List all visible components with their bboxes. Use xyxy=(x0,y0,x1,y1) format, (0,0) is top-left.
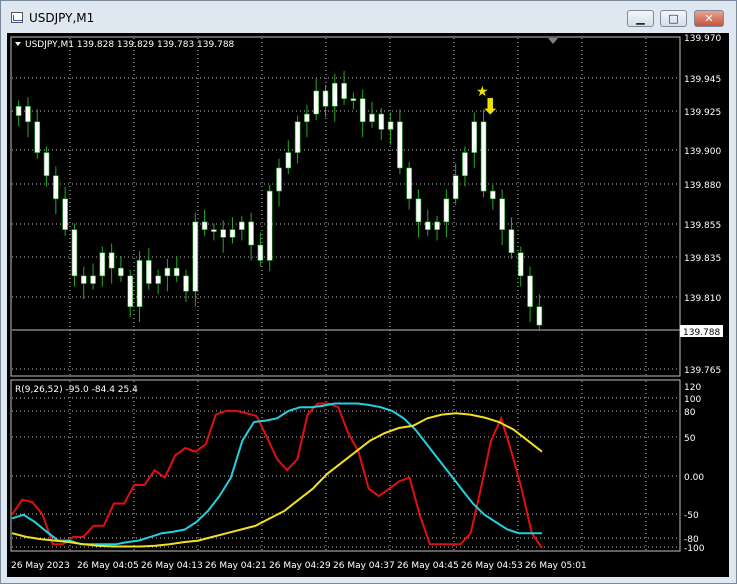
dropdown-triangle-icon[interactable] xyxy=(15,42,21,46)
sell-arrow-icon: ⬇ xyxy=(481,95,499,120)
candle-body xyxy=(266,190,273,261)
time-label: 26 May 05:01 xyxy=(525,561,587,571)
scroll-shift-marker[interactable] xyxy=(548,38,558,44)
candle-body xyxy=(304,113,310,123)
candle-body xyxy=(341,82,347,99)
candle-body xyxy=(229,229,236,238)
candle-body xyxy=(480,121,487,192)
candle-body xyxy=(387,121,394,130)
candle-body xyxy=(71,229,78,277)
indicator-tick: 0.00 xyxy=(684,473,704,483)
candle-body xyxy=(508,229,515,254)
indicator-tick: 100 xyxy=(684,395,701,405)
price-tick: 139.835 xyxy=(684,254,721,264)
current-price-label: 139.788 xyxy=(683,328,720,338)
candle-body xyxy=(313,90,319,115)
candle-body xyxy=(257,244,264,261)
indicator-panel-frame xyxy=(10,379,681,552)
candle-body xyxy=(118,267,124,277)
candle-body xyxy=(350,98,357,101)
candle-body xyxy=(462,152,468,176)
candle-body xyxy=(452,175,459,200)
price-tick: 139.925 xyxy=(684,108,721,118)
candle-body xyxy=(359,98,366,123)
candle-body xyxy=(294,121,301,153)
candle-body xyxy=(164,267,171,277)
price-tick: 139.970 xyxy=(684,34,721,44)
candle-body xyxy=(146,260,152,284)
price-tick: 139.855 xyxy=(684,221,721,231)
candle-body xyxy=(43,152,50,176)
candle-body xyxy=(285,152,292,169)
candle-body xyxy=(183,275,189,292)
candle-body xyxy=(220,229,227,238)
candle-body xyxy=(527,275,533,307)
price-header: USDJPY,M1 139.828 139.829 139.783 139.78… xyxy=(25,40,235,50)
indicator-label: R(9,26,52) -95.0 -84.4 25.4 xyxy=(15,385,138,395)
candle-body xyxy=(15,106,22,116)
price-tick: 139.810 xyxy=(684,294,721,304)
maximize-button[interactable]: □ xyxy=(660,10,687,27)
price-tick: 139.945 xyxy=(684,75,721,85)
title-bar[interactable]: USDJPY,M1 ▁ □ ✕ xyxy=(1,1,736,33)
candle-body xyxy=(192,221,199,292)
candle-body xyxy=(443,198,450,223)
candle-body xyxy=(108,252,115,269)
indicator-tick: -100 xyxy=(684,544,705,554)
candle-body xyxy=(536,306,543,326)
chart-window: USDJPY,M1 ▁ □ ✕ 139.970 139.945 139.925 … xyxy=(0,0,737,584)
time-label: 26 May 04:05 xyxy=(77,561,139,571)
candle-body xyxy=(397,121,403,169)
candle-body xyxy=(201,221,208,230)
candle-body xyxy=(90,275,96,284)
candle-body xyxy=(517,252,524,277)
candle-body xyxy=(406,167,412,200)
candle-body xyxy=(239,221,245,230)
time-label: 26 May 04:53 xyxy=(461,561,523,571)
candle-body xyxy=(434,221,440,230)
price-tick: 139.880 xyxy=(684,181,721,191)
minimize-button[interactable]: ▁ xyxy=(627,10,654,27)
candle-body xyxy=(369,113,375,123)
candle-body xyxy=(415,198,422,223)
candle-body xyxy=(378,113,385,130)
time-label: 26 May 04:37 xyxy=(333,561,395,571)
window-title: USDJPY,M1 xyxy=(29,11,95,25)
candle-body xyxy=(173,267,180,277)
price-tick: 139.765 xyxy=(684,366,721,376)
candle-body xyxy=(211,229,217,232)
candle-body xyxy=(127,275,134,307)
indicator-tick: 50 xyxy=(684,434,696,444)
chart-window-icon xyxy=(11,12,23,23)
indicator-tick: 120 xyxy=(684,383,701,393)
candle-body xyxy=(490,190,496,200)
time-label: 26 May 2023 xyxy=(11,561,70,571)
candle-body xyxy=(155,275,161,284)
candle-body xyxy=(62,198,68,230)
candle-body xyxy=(99,252,106,277)
candle-body xyxy=(80,275,87,284)
time-label: 26 May 04:21 xyxy=(205,561,267,571)
candle-body xyxy=(25,106,31,123)
candle-body xyxy=(499,198,505,230)
candle-body xyxy=(322,90,329,107)
price-tick: 139.900 xyxy=(684,147,721,157)
candle-body xyxy=(34,121,41,153)
time-label: 26 May 04:45 xyxy=(397,561,459,571)
chart-svg[interactable]: 139.970 139.945 139.925 139.900 139.880 … xyxy=(7,33,729,577)
close-button[interactable]: ✕ xyxy=(694,10,724,27)
candle-body xyxy=(424,221,431,230)
candle-body xyxy=(331,82,338,107)
candle-body xyxy=(136,260,143,307)
indicator-line-mid xyxy=(11,402,542,546)
candle-body xyxy=(276,167,282,192)
indicator-tick: 80 xyxy=(684,408,696,418)
indicator-tick: -50 xyxy=(684,511,699,521)
chart-area[interactable]: 139.970 139.945 139.925 139.900 139.880 … xyxy=(7,33,729,577)
candle-body xyxy=(248,221,254,246)
time-label: 26 May 04:29 xyxy=(269,561,331,571)
time-label: 26 May 04:13 xyxy=(141,561,203,571)
candle-body xyxy=(53,175,59,200)
candle-body xyxy=(471,121,478,153)
